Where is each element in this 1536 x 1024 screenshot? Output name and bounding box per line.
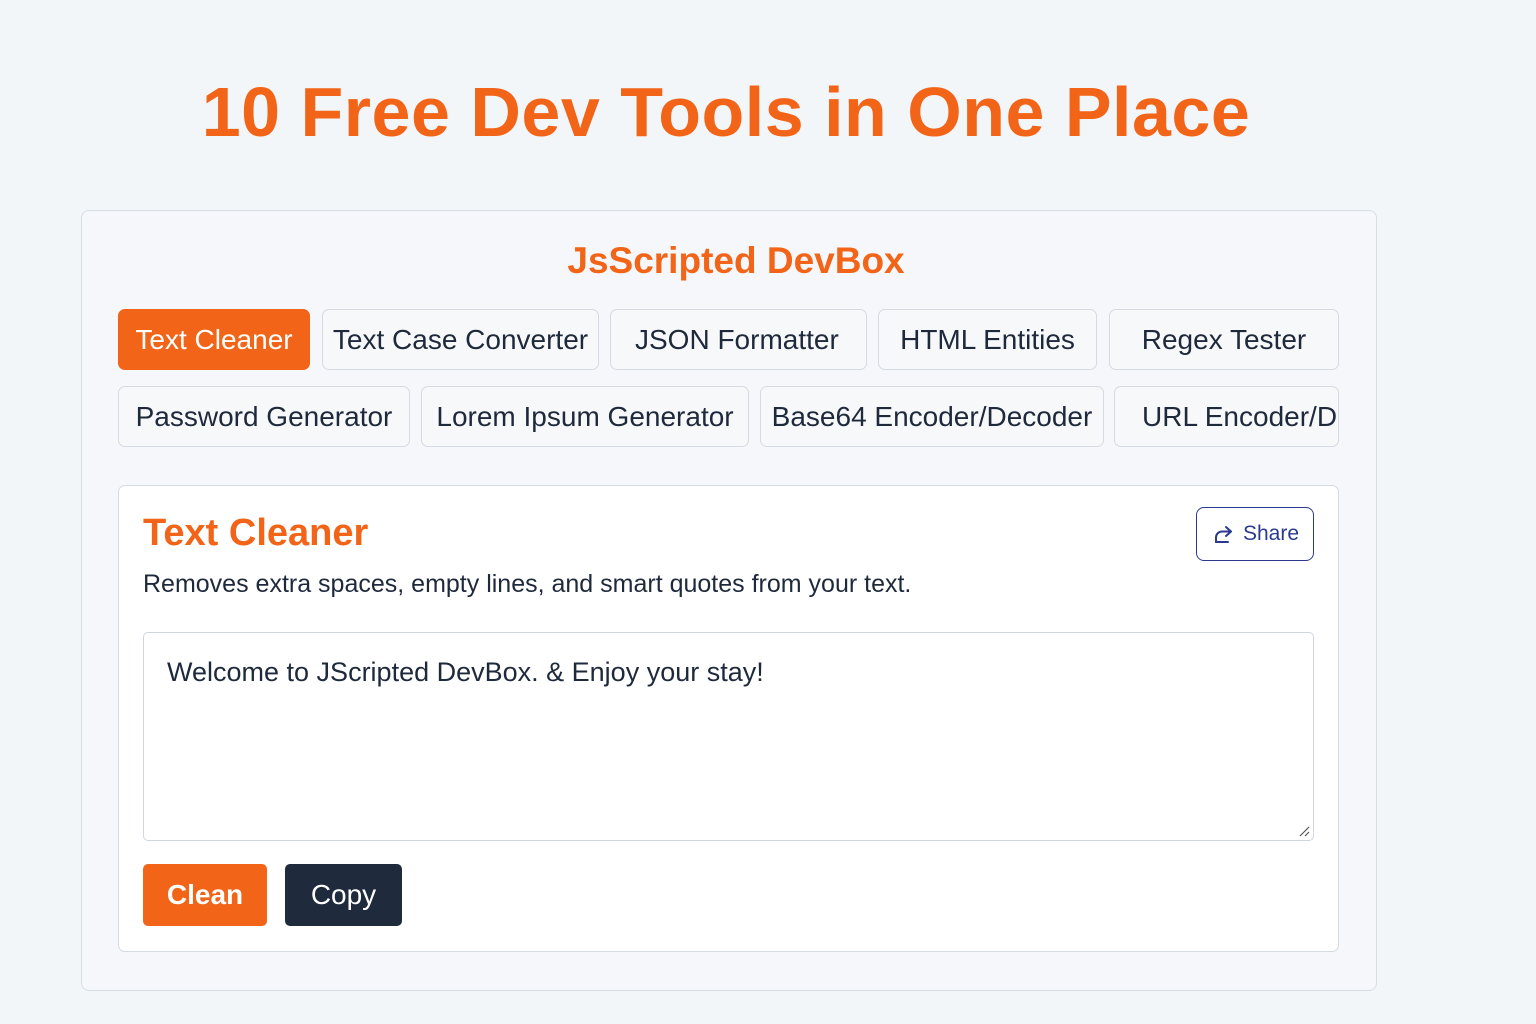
tool-title: Text Cleaner [143, 512, 369, 554]
hero-title: 10 Free Dev Tools in One Place [201, 73, 1251, 151]
resize-handle-icon[interactable] [1299, 826, 1310, 837]
tab-html-entities[interactable]: HTML Entities [878, 309, 1097, 370]
tab-text-case-converter[interactable]: Text Case Converter [322, 309, 599, 370]
clean-button[interactable]: Clean [143, 864, 267, 926]
devbox-title: JsScripted DevBox [567, 240, 905, 281]
tool-description: Removes extra spaces, empty lines, and s… [143, 570, 912, 598]
tab-text-cleaner[interactable]: Text Cleaner [118, 309, 310, 370]
text-input-value: Welcome to JScripted DevBox. & Enjoy you… [167, 657, 764, 687]
share-label: Share [1242, 522, 1300, 545]
tab-password-generator[interactable]: Password Generator [118, 386, 410, 447]
tab-json-formatter[interactable]: JSON Formatter [610, 309, 867, 370]
text-input-area[interactable]: Welcome to JScripted DevBox. & Enjoy you… [143, 632, 1314, 841]
tab-regex-tester[interactable]: Regex Tester [1109, 309, 1339, 370]
page: 10 Free Dev Tools in One Place JsScripte… [0, 0, 1536, 1024]
share-button[interactable]: Share [1196, 507, 1314, 561]
tab-url-encoder-decoder[interactable]: URL Encoder/D [1114, 386, 1339, 447]
tab-lorem-ipsum-generator[interactable]: Lorem Ipsum Generator [421, 386, 749, 447]
tab-base64-encoder-decoder[interactable]: Base64 Encoder/Decoder [760, 386, 1104, 447]
share-icon [1211, 522, 1235, 546]
copy-button[interactable]: Copy [285, 864, 402, 926]
